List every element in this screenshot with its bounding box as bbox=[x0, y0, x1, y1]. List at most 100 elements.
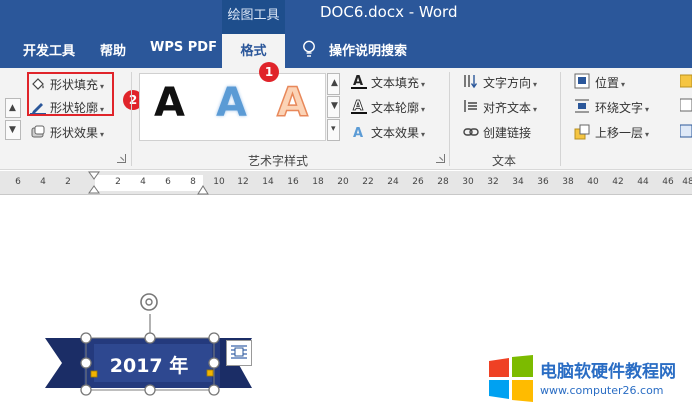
wrap-text-dropdown-icon: ▾ bbox=[645, 105, 650, 114]
ruler-number: 4 bbox=[140, 177, 146, 187]
layout-options-icon[interactable] bbox=[226, 340, 252, 366]
shape-styles-launcher-icon[interactable] bbox=[117, 154, 126, 163]
tab-help[interactable]: 帮助 bbox=[100, 40, 126, 59]
wordart-gallery-more[interactable]: ▾ bbox=[327, 119, 340, 141]
highlight-box bbox=[27, 72, 114, 116]
wordart-style-orange-outline[interactable]: A bbox=[276, 79, 308, 127]
bring-forward-dropdown-icon: ▾ bbox=[645, 130, 650, 139]
group-separator bbox=[131, 72, 132, 166]
wordart-styles-launcher-icon[interactable] bbox=[436, 154, 445, 163]
wordart-style-black[interactable]: A bbox=[154, 80, 185, 126]
tab-format[interactable]: 格式 bbox=[222, 34, 285, 68]
wordart-styles-group-label: 艺术字样式 bbox=[248, 154, 309, 168]
text-outline-label: 文本轮廓 bbox=[371, 101, 420, 115]
first-line-indent-marker[interactable] bbox=[87, 171, 101, 195]
text-outline-icon: A bbox=[351, 99, 367, 114]
align-text-label: 对齐文本 bbox=[483, 101, 532, 115]
document-title: DOC6.docx - Word bbox=[320, 3, 458, 21]
text-group-label: 文本 bbox=[492, 154, 517, 168]
ruler-number: 12 bbox=[237, 177, 249, 187]
bring-forward-button[interactable]: 上移一层 ▾ bbox=[595, 124, 649, 141]
ruler-number: 20 bbox=[337, 177, 349, 187]
shape-gallery-scroll-down[interactable]: ▼ bbox=[5, 120, 21, 140]
position-dropdown-icon: ▾ bbox=[621, 80, 626, 89]
position-button[interactable]: 位置 ▾ bbox=[595, 74, 625, 91]
windows-logo bbox=[489, 355, 533, 402]
ruler-number: 10 bbox=[213, 177, 225, 187]
ruler-number: 48 bbox=[682, 177, 692, 187]
ruler-number: 24 bbox=[387, 177, 399, 187]
wordart-style-blue[interactable]: A bbox=[216, 80, 247, 126]
ruler-number: 26 bbox=[412, 177, 424, 187]
ruler-number: 18 bbox=[312, 177, 324, 187]
text-effects-label: 文本效果 bbox=[371, 126, 420, 140]
ruler-number: 34 bbox=[512, 177, 524, 187]
wrap-text-button[interactable]: 环绕文字 ▾ bbox=[595, 99, 649, 116]
text-fill-label: 文本填充 bbox=[371, 76, 420, 90]
text-direction-dropdown-icon: ▾ bbox=[533, 80, 538, 89]
shape-gallery-scroll-up[interactable]: ▲ bbox=[5, 98, 21, 118]
tab-developer[interactable]: 开发工具 bbox=[23, 40, 75, 59]
align-text-dropdown-icon: ▾ bbox=[533, 105, 538, 114]
rotate-objects-icon[interactable] bbox=[680, 124, 692, 138]
ruler-number: 14 bbox=[262, 177, 274, 187]
ruler-number: 28 bbox=[437, 177, 449, 187]
link-icon bbox=[463, 128, 479, 136]
align-objects-icon[interactable] bbox=[680, 74, 692, 88]
text-outline-dropdown-icon: ▾ bbox=[421, 105, 426, 114]
ruler-number: 16 bbox=[287, 177, 299, 187]
text-direction-label: 文字方向 bbox=[483, 76, 532, 90]
ruler-number: 2 bbox=[65, 177, 71, 187]
watermark-url: www.computer26.com bbox=[540, 384, 664, 397]
svg-text:A: A bbox=[353, 99, 363, 114]
text-effects-icon: A bbox=[353, 126, 363, 140]
shape-effects-label: 形状效果 bbox=[50, 126, 99, 140]
ruler-number: 30 bbox=[462, 177, 474, 187]
text-outline-button[interactable]: 文本轮廓 ▾ bbox=[371, 99, 425, 116]
drawing-tools-context-label: 绘图工具 bbox=[227, 8, 280, 23]
svg-text:A: A bbox=[353, 126, 363, 140]
tab-wps-pdf[interactable]: WPS PDF bbox=[150, 40, 217, 55]
text-effects-button[interactable]: 文本效果 ▾ bbox=[371, 124, 425, 141]
ruler-number: 22 bbox=[362, 177, 374, 187]
ruler-number: 8 bbox=[190, 177, 196, 187]
shape-effects-icon bbox=[31, 125, 45, 138]
ruler-number: 44 bbox=[637, 177, 649, 187]
ruler-number: 4 bbox=[40, 177, 46, 187]
text-direction-button[interactable]: 文字方向 ▾ bbox=[483, 74, 537, 91]
wrap-text-label: 环绕文字 bbox=[595, 101, 644, 115]
group-objects-icon[interactable] bbox=[680, 98, 692, 112]
shape-effects-button[interactable]: 形状效果 ▾ bbox=[50, 124, 104, 141]
ribbon: ▲ ▼ 形状填充 ▾ 形状轮廓 ▾ 2 形状效果 ▾ A A A ▲ ▼ ▾ A 文本… bbox=[0, 68, 692, 170]
horizontal-ruler[interactable]: 6 4 2 2 4 6 8 10 12 14 16 18 20 22 24 26 28 30 32 34 36 38 40 4… bbox=[0, 171, 692, 195]
ruler-number: 42 bbox=[612, 177, 624, 187]
title-bar: 绘图工具 DOC6.docx - Word 开发工具 帮助 WPS PDF 格式… bbox=[0, 0, 692, 68]
tab-format-label: 格式 bbox=[240, 44, 267, 59]
tell-me-search[interactable]: 操作说明搜索 bbox=[329, 40, 407, 59]
wrap-text-icon bbox=[575, 99, 589, 113]
ruler-number: 6 bbox=[15, 177, 21, 187]
bring-forward-label: 上移一层 bbox=[595, 126, 644, 140]
ruler-number: 6 bbox=[165, 177, 171, 187]
ruler-number: 46 bbox=[662, 177, 674, 187]
ruler-number: 36 bbox=[537, 177, 549, 187]
text-effects-dropdown-icon: ▾ bbox=[421, 130, 426, 139]
watermark-site-name: 电脑软硬件教程网 bbox=[540, 362, 676, 382]
lightbulb-icon bbox=[303, 40, 315, 57]
bring-forward-icon bbox=[574, 124, 590, 140]
wordart-gallery-down[interactable]: ▼ bbox=[327, 96, 340, 118]
wordart-gallery: A A A bbox=[139, 73, 326, 141]
ruler-number: 32 bbox=[487, 177, 499, 187]
position-label: 位置 bbox=[595, 76, 620, 90]
ruler-number: 2 bbox=[115, 177, 121, 187]
step-marker-1: 1 bbox=[259, 62, 279, 82]
ruler-number: 38 bbox=[562, 177, 574, 187]
group-separator bbox=[560, 72, 561, 166]
align-text-button[interactable]: 对齐文本 ▾ bbox=[483, 99, 537, 116]
svg-text:A: A bbox=[353, 74, 363, 89]
create-link-button[interactable]: 创建链接 bbox=[483, 124, 531, 141]
position-icon bbox=[574, 73, 590, 89]
wordart-year-text[interactable]: 2017 年 bbox=[96, 351, 202, 378]
text-fill-button[interactable]: 文本填充 ▾ bbox=[371, 74, 425, 91]
wordart-gallery-up[interactable]: ▲ bbox=[327, 73, 340, 95]
